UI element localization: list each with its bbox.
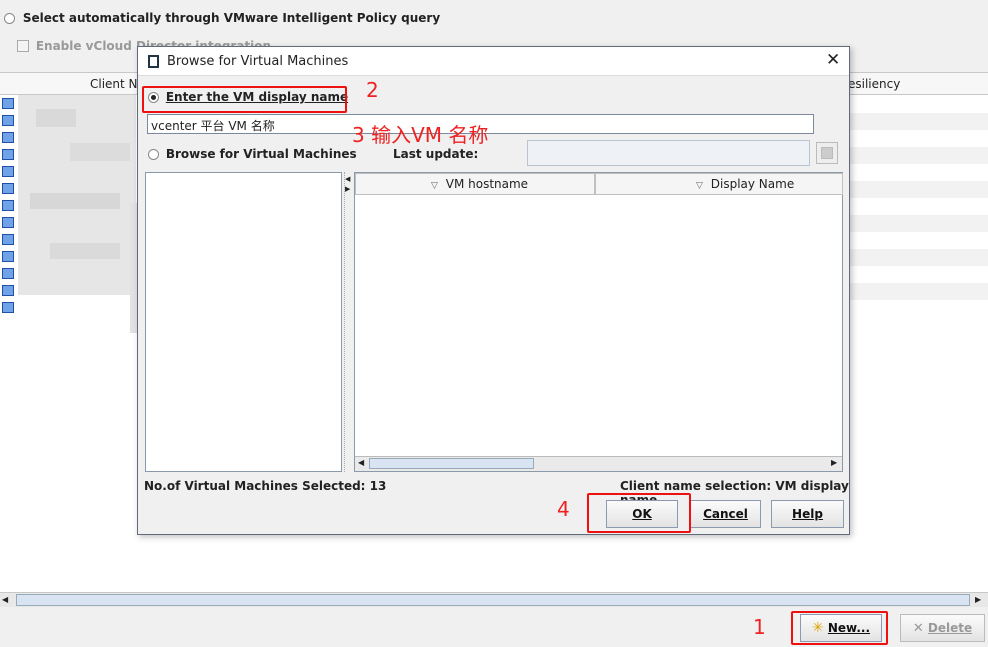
last-update-field (527, 140, 810, 166)
computer-icon (2, 217, 14, 228)
annotation-step4: 4 (557, 497, 570, 521)
last-update-label: Last update: (393, 147, 479, 161)
sort-arrow-icon: ▽ (431, 181, 438, 191)
annotation-box-step2 (142, 86, 347, 113)
annotation-step1: 1 (753, 615, 766, 639)
computer-icon (2, 234, 14, 245)
computer-icon (2, 285, 14, 296)
computer-icon (2, 302, 14, 313)
col-display-name[interactable]: ▽ Display Name (595, 173, 843, 195)
client-table-hscrollbar[interactable]: ◀ ▶ (0, 592, 988, 607)
annotation-box-step1 (791, 611, 888, 645)
hscroll-thumb[interactable] (16, 594, 970, 606)
dialog-title-bar[interactable]: Browse for Virtual Machines ✕ (138, 47, 849, 76)
vm-name-value: vcenter 平台 VM 名称 (151, 119, 275, 133)
scroll-left-arrow-icon[interactable]: ◀ (2, 595, 12, 605)
computer-icon (2, 183, 14, 194)
help-button[interactable]: Help (771, 500, 844, 528)
delete-x-icon: ✕ (912, 621, 924, 636)
annotation-step3: 3 输入VM 名称 (352, 123, 489, 147)
vip-query-label: Select automatically through VMware Inte… (22, 11, 441, 25)
computer-icon (2, 200, 14, 211)
app-icon (148, 55, 159, 68)
computer-icon (2, 98, 14, 109)
vm-table-hscrollbar[interactable]: ◀ ▶ (355, 456, 842, 471)
browse-label: Browse for Virtual Machines (165, 147, 357, 161)
splitter-right-icon[interactable]: ▶ (345, 185, 350, 193)
col-vm-hostname[interactable]: ▽ VM hostname (355, 173, 595, 195)
annotation-step2: 2 (366, 78, 379, 102)
annotation-box-step4 (587, 493, 691, 533)
sort-arrow-icon: ▽ (696, 181, 703, 191)
cancel-button[interactable]: Cancel (690, 500, 761, 528)
refresh-button (816, 142, 838, 164)
computer-icon (2, 149, 14, 160)
vm-selected-count: No.of Virtual Machines Selected: 13 (144, 479, 387, 493)
splitter-left-icon[interactable]: ◀ (345, 175, 350, 183)
computer-icon (2, 251, 14, 262)
computer-icon (2, 115, 14, 126)
scroll-left-arrow-icon[interactable]: ◀ (358, 458, 364, 467)
refresh-icon (821, 147, 833, 159)
vip-query-radio[interactable] (4, 13, 15, 24)
scroll-right-arrow-icon[interactable]: ▶ (975, 595, 985, 605)
browse-radio[interactable] (148, 149, 159, 160)
vip-query-option[interactable]: Select automatically through VMware Inte… (4, 11, 440, 27)
delete-button: ✕ Delete (900, 614, 985, 642)
computer-icon (2, 132, 14, 143)
close-icon[interactable]: ✕ (826, 50, 840, 70)
hscroll-thumb[interactable] (369, 458, 534, 469)
computer-icon (2, 166, 14, 177)
vm-tree-panel[interactable] (145, 172, 342, 472)
splitter[interactable]: ◀ ▶ (344, 172, 352, 472)
dialog-title: Browse for Virtual Machines (167, 54, 349, 69)
computer-icon (2, 268, 14, 279)
vm-table: ▽ VM hostname ▽ Display Name ◀ ▶ (354, 172, 843, 472)
scroll-right-arrow-icon[interactable]: ▶ (831, 458, 837, 467)
browse-option[interactable]: Browse for Virtual Machines (148, 147, 357, 163)
browse-vm-dialog: Browse for Virtual Machines ✕ Enter the … (137, 46, 850, 535)
vcloud-checkbox (17, 40, 29, 52)
col-resiliency[interactable]: esiliency (848, 77, 900, 91)
